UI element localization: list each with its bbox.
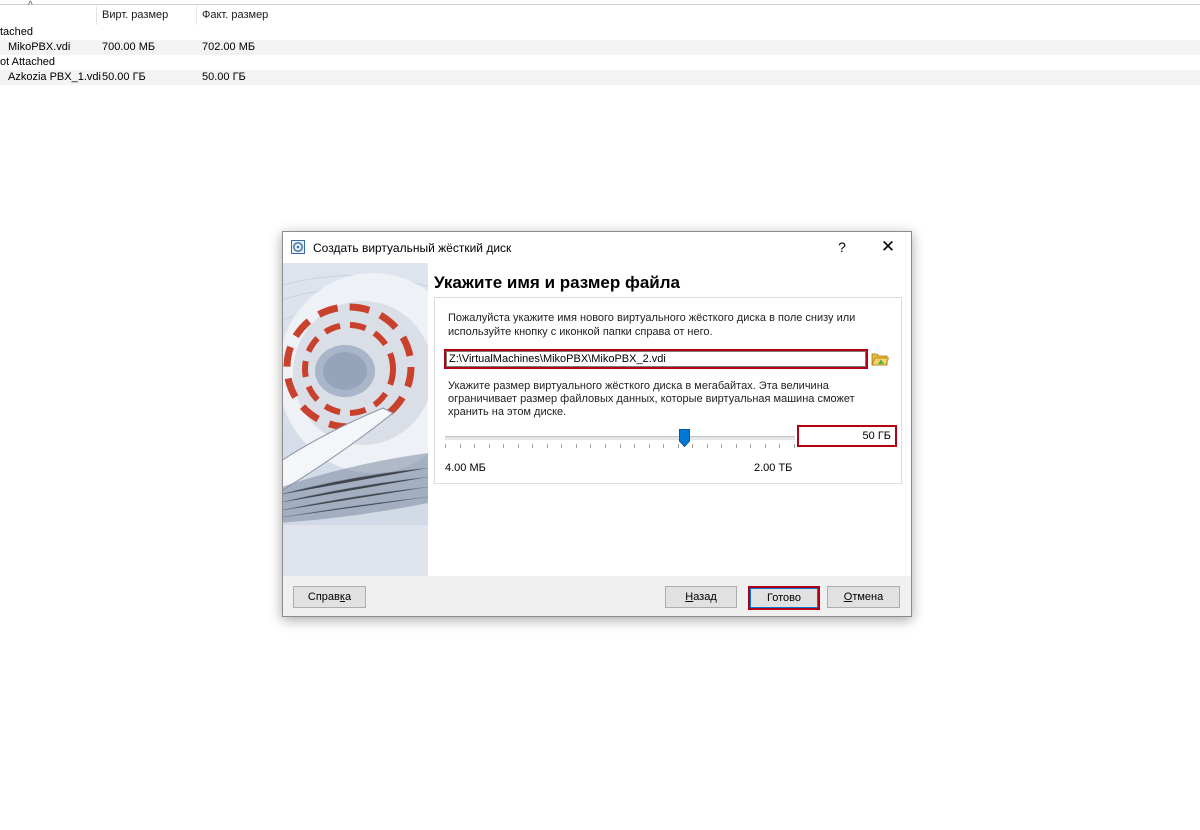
slider-tick: [605, 444, 606, 448]
column-divider[interactable]: [196, 5, 197, 25]
slider-tick: [765, 444, 766, 448]
help-icon[interactable]: ?: [829, 236, 855, 258]
slider-tick: [460, 444, 461, 448]
group-not-attached[interactable]: ot Attached: [0, 55, 55, 70]
table-row[interactable]: MikoPBX.vdi 700.00 МБ 702.00 МБ: [0, 40, 1200, 55]
size-field[interactable]: 50 ГБ: [797, 425, 897, 447]
slider-tick: [561, 444, 562, 448]
slider-tick: [794, 444, 795, 448]
table-row[interactable]: Azkozia PBX_1.vdi 50.00 ГБ 50.00 ГБ: [0, 70, 1200, 85]
slider-tick: [634, 444, 635, 448]
row-actual-size: 50.00 ГБ: [202, 71, 246, 83]
create-virtual-disk-dialog: Создать виртуальный жёсткий диск ? ✕ Ука…: [282, 231, 912, 617]
dialog-title: Создать виртуальный жёсткий диск: [313, 241, 512, 255]
row-virtual-size: 700.00 МБ: [102, 41, 156, 53]
close-icon[interactable]: ✕: [873, 236, 903, 258]
back-button-mnemonic: Н: [685, 591, 694, 603]
slider-tick: [779, 444, 780, 448]
group-attached[interactable]: tached: [0, 25, 33, 40]
name-description: Пожалуйста укажите имя нового виртуально…: [448, 312, 856, 338]
settings-panel: Пожалуйста укажите имя нового виртуально…: [434, 297, 902, 484]
size-description: Укажите размер виртуального жёсткого дис…: [448, 380, 855, 418]
slider-tick: [503, 444, 504, 448]
slider-tick: [692, 444, 693, 448]
slider-tick: [576, 444, 577, 448]
dialog-footer: Справка Назад Готово Отмена: [283, 576, 911, 616]
slider-tick: [721, 444, 722, 448]
row-name: Azkozia PBX_1.vdi: [8, 71, 101, 83]
slider-tick: [620, 444, 621, 448]
slider-tick: [590, 444, 591, 448]
help-button-label-tail: а: [344, 591, 352, 603]
virtual-disk-icon: [291, 240, 305, 254]
dialog-titlebar[interactable]: Создать виртуальный жёсткий диск ? ✕: [283, 232, 911, 263]
column-divider[interactable]: [96, 5, 97, 25]
slider-tick: [489, 444, 490, 448]
finish-button[interactable]: Готово: [748, 586, 820, 610]
header-divider: [0, 4, 1200, 5]
column-actual-size[interactable]: Факт. размер: [202, 9, 268, 21]
slider-tick: [707, 444, 708, 448]
back-button[interactable]: Назад: [665, 586, 737, 608]
slider-thumb[interactable]: [679, 429, 690, 447]
help-button[interactable]: Справка: [293, 586, 366, 608]
dialog-content: Укажите имя и размер файла Пожалуйста ук…: [283, 263, 911, 576]
slider-tick: [445, 444, 446, 448]
slider-tick: [474, 444, 475, 448]
slider-tick: [532, 444, 533, 448]
slider-min-label: 4.00 МБ: [445, 462, 486, 474]
slider-track[interactable]: [445, 436, 795, 440]
slider-tick: [547, 444, 548, 448]
slider-tick: [736, 444, 737, 448]
row-virtual-size: 50.00 ГБ: [102, 71, 146, 83]
wizard-side-illustration: [283, 263, 428, 576]
slider-max-label: 2.00 ТБ: [754, 462, 793, 474]
file-path-field[interactable]: Z:\VirtualMachines\MikoPBX\MikoPBX_2.vdi: [444, 349, 868, 369]
slider-tick: [518, 444, 519, 448]
page-title: Укажите имя и размер файла: [434, 273, 680, 292]
column-virtual-size[interactable]: Вирт. размер: [102, 9, 168, 21]
folder-open-icon[interactable]: [871, 350, 889, 368]
back-button-label: азад: [693, 591, 717, 603]
slider-tick: [750, 444, 751, 448]
sort-up-icon[interactable]: ^: [28, 0, 33, 11]
row-actual-size: 702.00 МБ: [202, 41, 256, 53]
media-list: ^ Вирт. размер Факт. размер tached MikoP…: [0, 0, 1200, 90]
cancel-button[interactable]: Отмена: [827, 586, 900, 608]
slider-tick: [663, 444, 664, 448]
size-slider[interactable]: [445, 423, 795, 453]
hard-disk-illustration: [283, 263, 428, 576]
row-name: MikoPBX.vdi: [8, 41, 71, 53]
slider-tick: [649, 444, 650, 448]
cancel-button-label: тмена: [852, 591, 884, 603]
help-button-label: Справ: [307, 591, 340, 603]
